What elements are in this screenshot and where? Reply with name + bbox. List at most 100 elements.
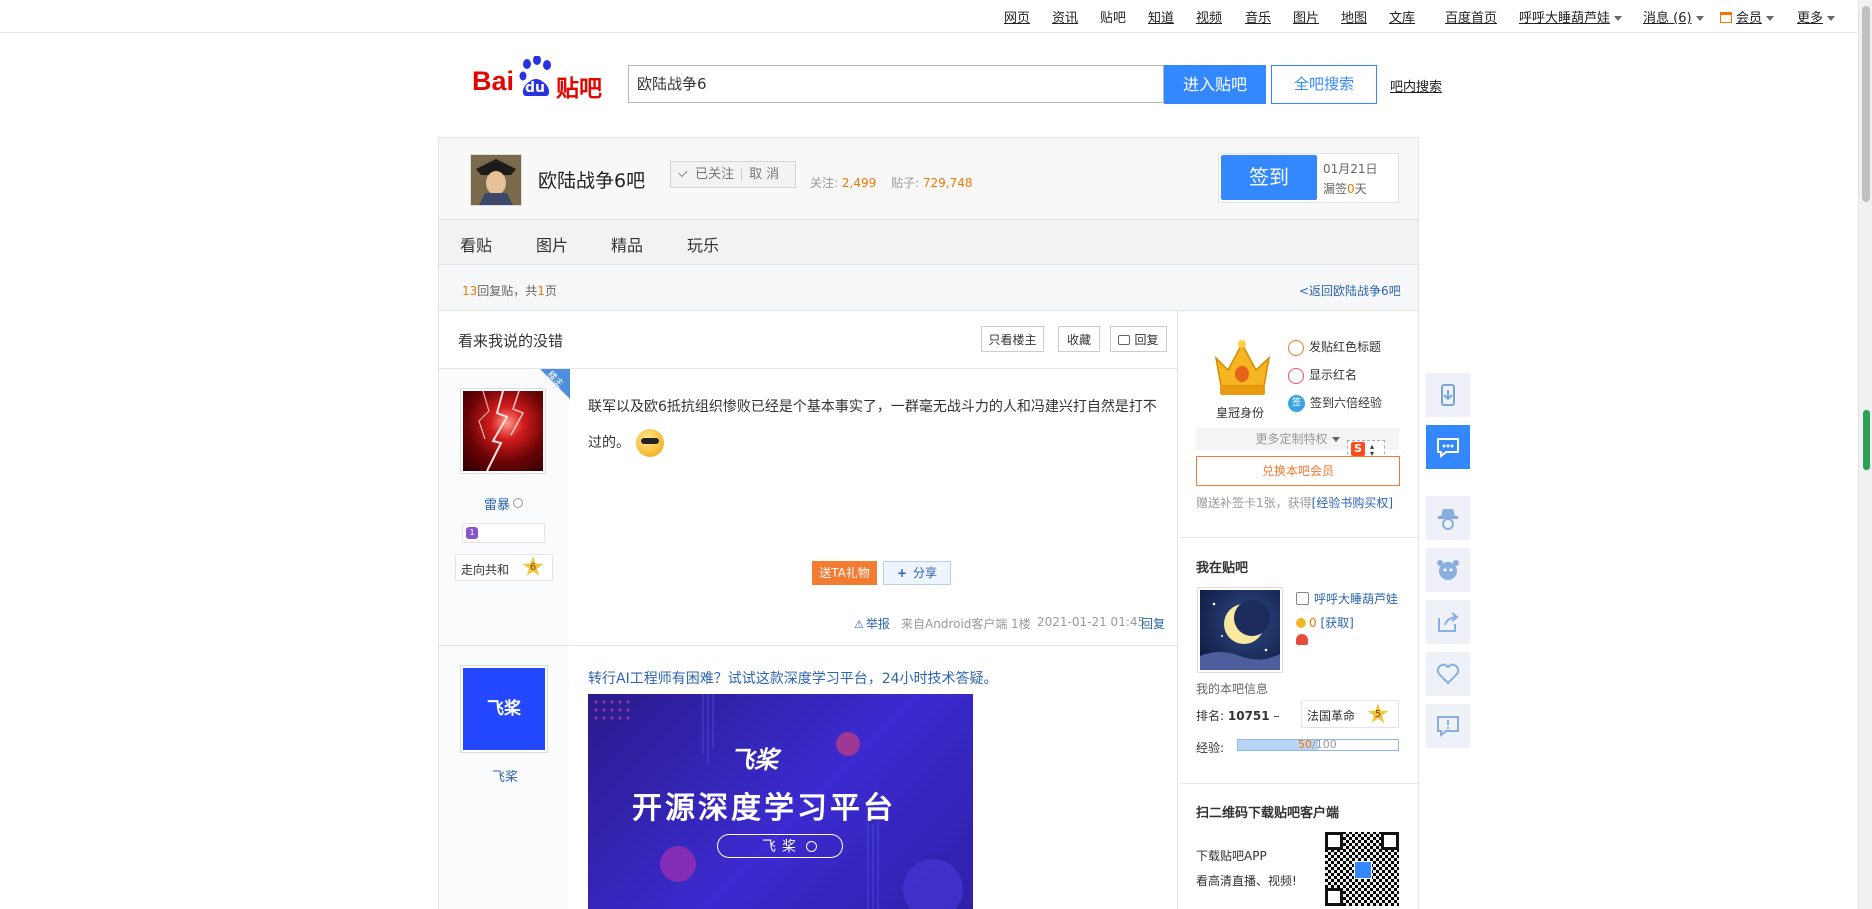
post1-source: 来自Android客户端: [901, 615, 1007, 632]
report-link[interactable]: ⚠ 举报: [854, 615, 890, 632]
ad-link[interactable]: 转行AI工程师有困难？试试这款深度学习平台，24小时技术答疑。: [588, 668, 998, 688]
mascot-tool[interactable]: [1426, 548, 1470, 592]
only-op-button[interactable]: 只看楼主: [981, 326, 1044, 352]
post2-avatar[interactable]: 飞桨: [460, 665, 548, 753]
chat-icon: [1437, 438, 1459, 459]
signin-button[interactable]: 签到: [1221, 155, 1317, 200]
paddle-logo-image: 飞桨: [463, 668, 545, 750]
nav-wenku[interactable]: 文库: [1389, 7, 1415, 26]
sunglasses-emoji-icon: [636, 429, 664, 457]
tab-images[interactable]: 图片: [536, 232, 568, 256]
exp-label: 经验:: [1196, 741, 1225, 755]
get-coins-link[interactable]: [获取]: [1320, 616, 1353, 630]
privilege-red-title: 发贴红色标题: [1288, 338, 1381, 356]
forum-avatar[interactable]: [470, 154, 522, 206]
crown-icon[interactable]: [1210, 336, 1275, 402]
ad-search-text: 飞桨: [762, 839, 802, 855]
ad-headline: 开源深度学习平台: [632, 791, 896, 826]
post1-honor-title: 走向共和: [461, 563, 510, 577]
exp-current: 50: [1298, 738, 1312, 751]
reply-text: 回复贴，共: [477, 284, 538, 298]
qr-corner: [1325, 888, 1343, 906]
post2-username[interactable]: 飞桨: [492, 766, 518, 785]
nav-more[interactable]: 更多: [1797, 7, 1836, 26]
hat-icon: [1438, 509, 1458, 530]
exp-book-link[interactable]: [经验书购买权]: [1312, 496, 1393, 510]
heart-icon: [1436, 663, 1460, 685]
rank-trend: –: [1273, 709, 1280, 723]
sidebar-divider: [1179, 783, 1418, 784]
nav-baidu-home[interactable]: 百度首页: [1445, 7, 1497, 26]
post1-time: 2021-01-21 01:45: [1037, 615, 1146, 629]
nav-username: 呼呼大睡葫芦娃: [1519, 11, 1611, 26]
exp-total: /100: [1312, 738, 1337, 751]
lightning-image: [463, 391, 543, 471]
nav-music[interactable]: 音乐: [1245, 7, 1271, 26]
collect-button[interactable]: 收藏: [1058, 326, 1100, 352]
share-tool[interactable]: [1426, 600, 1470, 644]
missed-suffix: 天: [1354, 182, 1367, 196]
chevron-down-icon: [1766, 16, 1775, 21]
post1-floor: 1楼: [1011, 617, 1031, 631]
chevron-down-icon: [1331, 437, 1340, 442]
post1-reply-link[interactable]: 回复: [1141, 615, 1165, 632]
follow-stat-label: 关注:: [810, 176, 839, 190]
reply-button[interactable]: 回复: [1110, 326, 1167, 352]
scrollbar-thumb[interactable]: [1862, 6, 1870, 202]
tieba-logo[interactable]: Bai du 贴吧: [472, 55, 612, 106]
post1-username[interactable]: 雷暴: [484, 494, 524, 513]
page-text: 页: [544, 284, 557, 298]
nav-tieba[interactable]: 贴吧: [1100, 7, 1126, 26]
download-app-tool[interactable]: [1426, 373, 1470, 417]
send-gift-button[interactable]: 送TA礼物: [812, 561, 877, 585]
follow-toggle[interactable]: 已关注取 消: [670, 161, 796, 188]
face-icon: [1437, 560, 1459, 580]
chevron-down-icon: [1827, 16, 1836, 21]
report-tool[interactable]: [1426, 704, 1470, 748]
nav-user-menu[interactable]: 呼呼大睡葫芦娃: [1519, 7, 1623, 26]
search-icon: [806, 841, 817, 852]
favorite-tool[interactable]: [1426, 652, 1470, 696]
my-bar-info-label: 我的本吧信息: [1196, 682, 1269, 696]
reply-count: 13回复贴，共1页: [462, 282, 557, 299]
chevron-down-icon: [1695, 16, 1704, 21]
redeem-vip-button[interactable]: 兑换本吧会员: [1196, 456, 1400, 486]
my-avatar[interactable]: [1197, 587, 1283, 673]
feedback-tool[interactable]: [1426, 425, 1470, 469]
post1-avatar[interactable]: [460, 388, 546, 474]
level-icon: 1: [466, 527, 478, 539]
unfollow-label[interactable]: 取 消: [749, 167, 779, 182]
title-icon: [1288, 339, 1304, 356]
nav-web[interactable]: 网页: [1004, 7, 1030, 26]
search-in-bar-link[interactable]: 吧内搜索: [1390, 76, 1442, 95]
tab-featured[interactable]: 精品: [611, 232, 643, 256]
enter-bar-button[interactable]: 进入贴吧: [1164, 65, 1266, 104]
nav-zhidao[interactable]: 知道: [1148, 7, 1174, 26]
privilege-signin-exp-label: 签到六倍经验: [1310, 396, 1383, 410]
back-to-forum-link[interactable]: <返回欧陆战争6吧: [1299, 282, 1401, 299]
disguise-tool[interactable]: [1426, 496, 1470, 540]
nav-news[interactable]: 资讯: [1052, 7, 1078, 26]
privilege-red-name: 显示红名: [1288, 366, 1357, 384]
gender-icon: [513, 498, 524, 508]
comment-icon: [1118, 335, 1131, 345]
nav-map[interactable]: 地图: [1341, 7, 1367, 26]
search-input[interactable]: 欧陆战争6: [628, 65, 1164, 103]
share-button[interactable]: + 分享: [883, 561, 951, 585]
forum-title[interactable]: 欧陆战争6吧: [538, 166, 645, 193]
thread-meta-bar: [438, 265, 1419, 311]
nav-messages[interactable]: 消息 (6): [1643, 7, 1704, 26]
share-icon: [1438, 612, 1459, 632]
search-all-button[interactable]: 全吧搜索: [1271, 65, 1377, 104]
signin-date: 01月21日: [1323, 162, 1378, 176]
privilege-signin-exp: 签签到六倍经验: [1288, 394, 1382, 412]
nav-images[interactable]: 图片: [1293, 7, 1319, 26]
my-username[interactable]: 呼呼大睡葫芦娃: [1314, 590, 1398, 607]
nav-vip[interactable]: 会员: [1720, 7, 1775, 26]
tab-posts[interactable]: 看贴: [460, 232, 492, 256]
qr-line-1: 下载贴吧APP: [1196, 849, 1267, 863]
tab-fun[interactable]: 玩乐: [687, 232, 719, 256]
share-label: 分享: [913, 566, 938, 580]
nav-video[interactable]: 视频: [1196, 7, 1222, 26]
qr-code-image: [1325, 832, 1399, 906]
